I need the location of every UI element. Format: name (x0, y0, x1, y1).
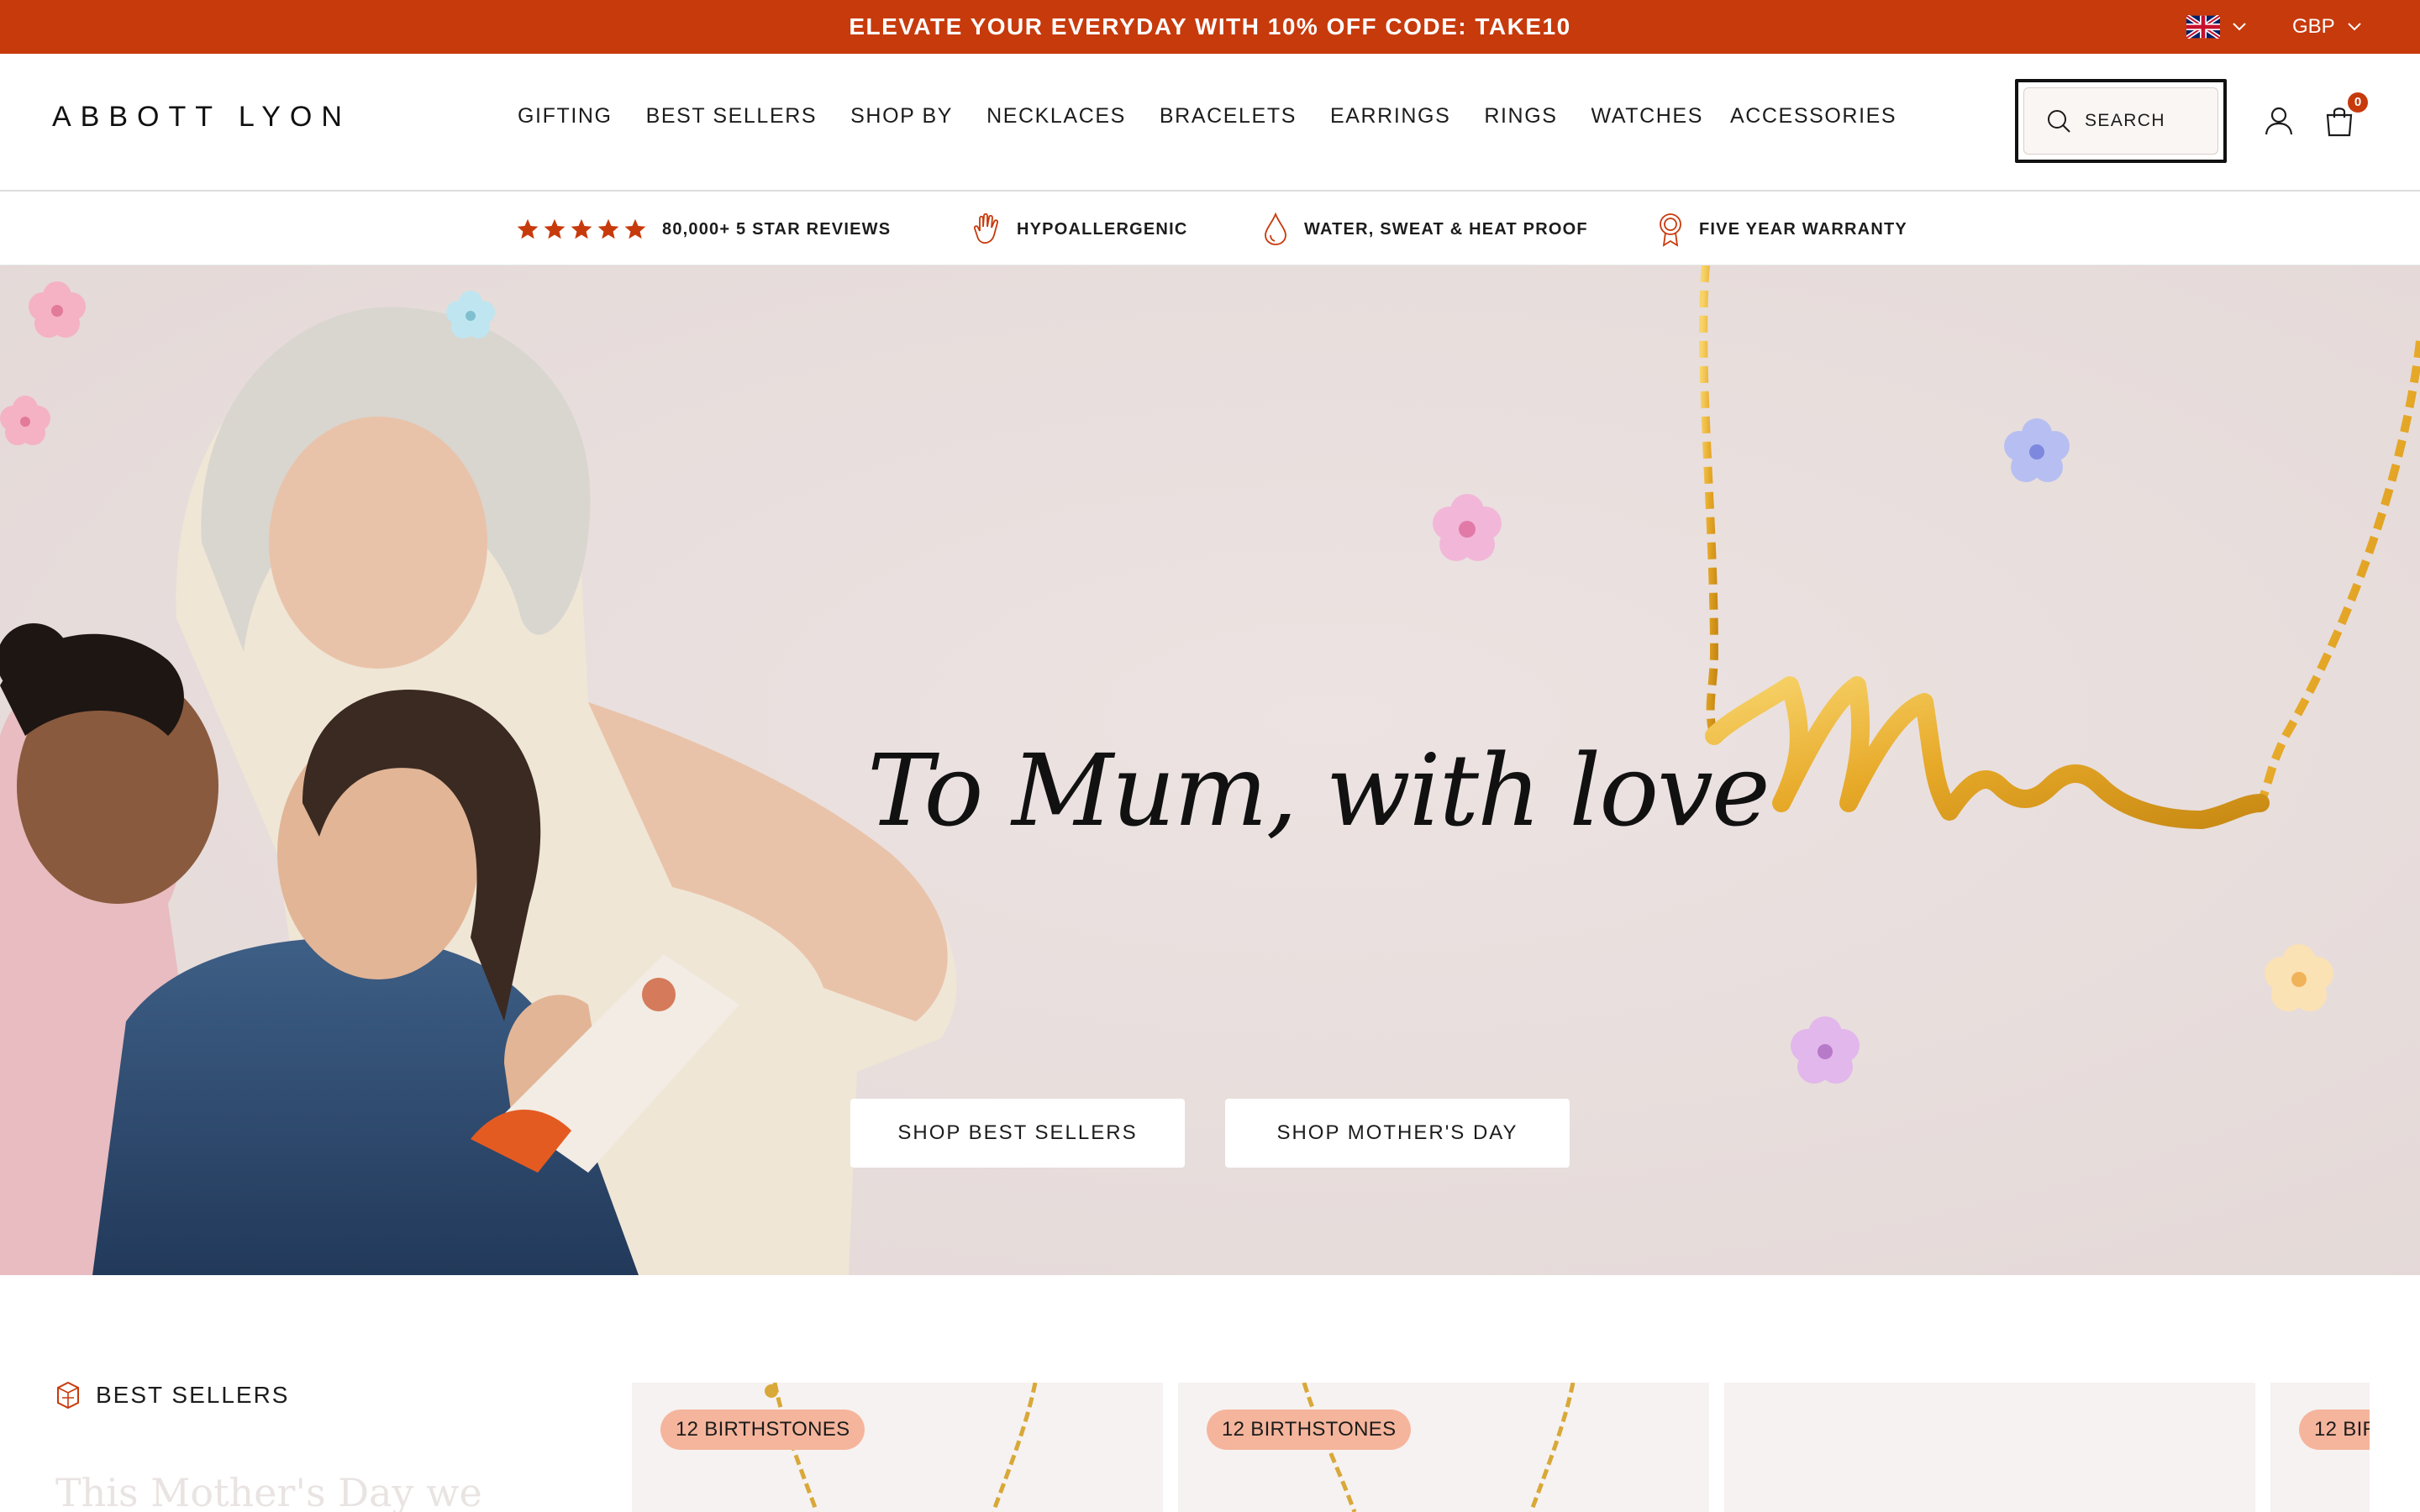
usp-hypoallergenic: HYPOALLERGENIC (971, 193, 1187, 265)
best-sellers-subheading: This Mother's Day we (55, 1470, 482, 1512)
nav-watches[interactable]: WATCHES (1591, 101, 1703, 131)
birthstones-badge: 12 BIRTHSTONES (660, 1410, 865, 1450)
product-card[interactable] (1724, 1383, 2255, 1512)
star-icon (624, 218, 646, 239)
search-field[interactable]: SEARCH (2023, 87, 2218, 155)
hero-banner: To Mum, with love SHOP BEST SELLERS SHOP… (0, 265, 2420, 1275)
usp-reviews-label: 80,000+ 5 STAR REVIEWS (662, 219, 892, 239)
brand-logo[interactable]: ABBOTT LYON (52, 101, 351, 134)
nav-accessories[interactable]: ACCESSORIES (1730, 101, 1897, 131)
usp-warranty-label: FIVE YEAR WARRANTY (1699, 219, 1907, 239)
product-card[interactable]: 12 BIR (2270, 1383, 2370, 1512)
nav-necklaces[interactable]: NECKLACES (986, 101, 1126, 131)
award-ribbon-icon (1660, 213, 1681, 247)
nav-gifting[interactable]: GIFTING (518, 101, 613, 131)
hero-headline: To Mum, with love (867, 732, 1770, 848)
site-header: ABBOTT LYON GIFTING BEST SELLERS SHOP BY… (0, 54, 2420, 192)
nav-rings[interactable]: RINGS (1484, 101, 1557, 131)
water-drop-icon (1265, 213, 1286, 245)
usp-reviews[interactable]: 80,000+ 5 STAR REVIEWS (516, 193, 891, 265)
star-icon (517, 218, 539, 239)
gem-icon (57, 1381, 79, 1410)
account-button[interactable] (2260, 102, 2297, 139)
usp-strip: 80,000+ 5 STAR REVIEWS HYPOALLERGENIC WA… (0, 193, 2420, 265)
bag-icon (2326, 108, 2353, 137)
product-card[interactable]: 12 BIRTHSTONES (1178, 1383, 1709, 1512)
search-button[interactable]: SEARCH (2015, 79, 2227, 163)
chevron-down-icon (2233, 23, 2246, 31)
usp-water-label: WATER, SWEAT & HEAT PROOF (1304, 219, 1588, 239)
currency-selector[interactable]: GBP (2292, 12, 2362, 42)
currency-label: GBP (2292, 15, 2335, 38)
promo-text: ELEVATE YOUR EVERYDAY WITH 10% OFF CODE:… (849, 13, 1571, 39)
star-icon (544, 218, 566, 239)
best-sellers-heading: BEST SELLERS (55, 1381, 289, 1410)
announcement-bar: ELEVATE YOUR EVERYDAY WITH 10% OFF CODE:… (0, 0, 2420, 54)
birthstones-badge: 12 BIR (2299, 1410, 2370, 1450)
nav-bracelets[interactable]: BRACELETS (1160, 101, 1297, 131)
chevron-down-icon (2347, 23, 2361, 31)
birthstones-badge: 12 BIRTHSTONES (1207, 1410, 1412, 1450)
country-selector[interactable] (2186, 12, 2247, 42)
best-sellers-label: BEST SELLERS (96, 1382, 290, 1408)
product-card[interactable]: 12 BIRTHSTONES (632, 1383, 1163, 1512)
usp-hypoallergenic-label: HYPOALLERGENIC (1017, 219, 1188, 239)
star-icon (597, 218, 619, 239)
shop-mothers-day-button[interactable]: SHOP MOTHER'S DAY (1225, 1099, 1570, 1168)
nav-shop-by[interactable]: SHOP BY (850, 101, 953, 131)
user-icon (2265, 107, 2293, 135)
nav-earrings[interactable]: EARRINGS (1330, 101, 1450, 131)
star-icon (571, 218, 592, 239)
usp-warranty: FIVE YEAR WARRANTY (1657, 193, 1907, 265)
main-nav: GIFTING BEST SELLERS SHOP BY NECKLACES B… (518, 101, 1930, 131)
nav-best-sellers[interactable]: BEST SELLERS (646, 101, 818, 131)
uk-flag-icon (2186, 15, 2220, 39)
shop-best-sellers-button[interactable]: SHOP BEST SELLERS (850, 1099, 1185, 1168)
hand-icon (973, 213, 999, 244)
cart-count-badge: 0 (2348, 92, 2368, 113)
usp-water-proof: WATER, SWEAT & HEAT PROOF (1262, 193, 1588, 265)
search-label: SEARCH (2085, 111, 2165, 130)
search-icon (2048, 110, 2070, 133)
rating-stars (516, 218, 647, 241)
